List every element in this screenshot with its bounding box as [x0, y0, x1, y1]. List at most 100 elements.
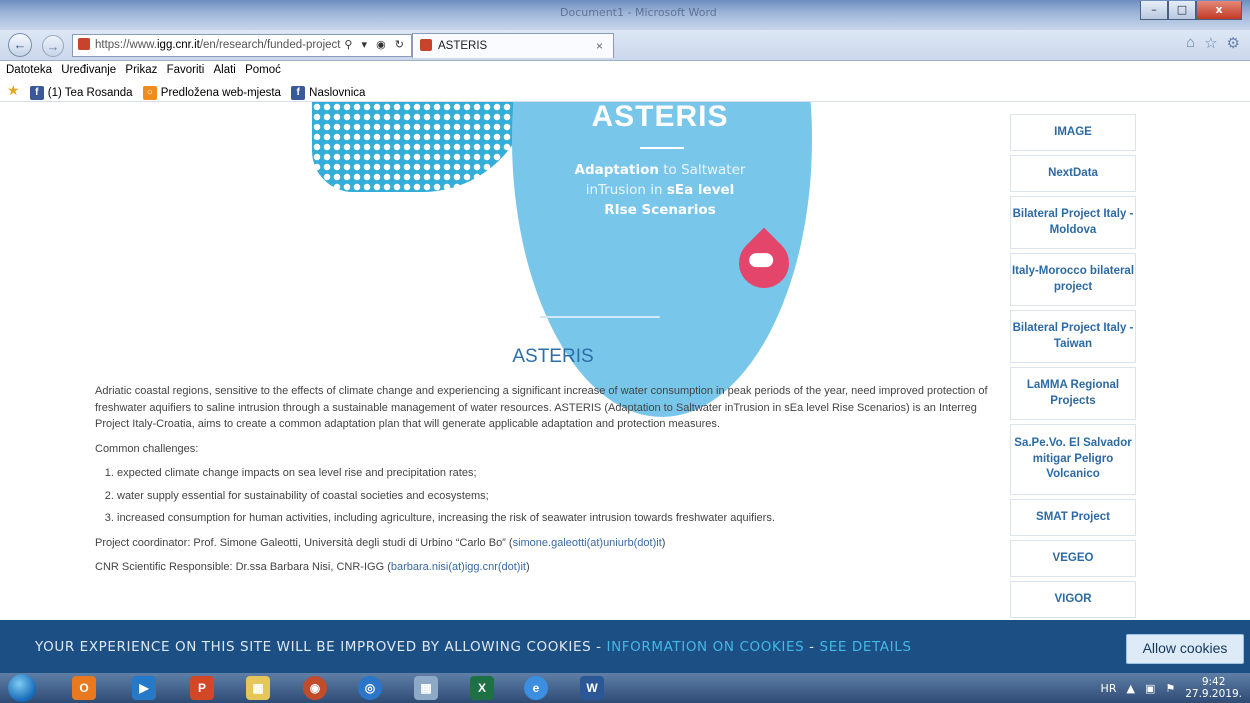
- menu-favoriti[interactable]: Favoriti: [167, 61, 205, 80]
- scientific-responsible: CNR Scientific Responsible: Dr.ssa Barba…: [95, 559, 995, 576]
- lock-icon[interactable]: ◉: [376, 39, 389, 51]
- word-icon[interactable]: W: [580, 676, 604, 700]
- globe-icon[interactable]: ◎: [358, 676, 382, 700]
- tagline-line-3: RIse Scenarios: [604, 202, 716, 218]
- favorite-item-naslovnica[interactable]: f Naslovnica: [291, 83, 365, 104]
- minimize-button[interactable]: –: [1140, 1, 1168, 20]
- favorite-item-tea-rosanda[interactable]: f (1) Tea Rosanda: [29, 83, 133, 104]
- page-content: ASTERIS Adaptation to Saltwater inTrusio…: [0, 102, 1250, 620]
- clock[interactable]: 9:42 27.9.2019.: [1185, 676, 1242, 700]
- menu-bar: Datoteka Uređivanje Prikaz Favoriti Alat…: [0, 61, 1250, 80]
- internet-explorer-icon[interactable]: e: [524, 676, 548, 700]
- tab-asteris[interactable]: ASTERIS ×: [412, 33, 614, 58]
- challenges-label: Common challenges:: [95, 442, 199, 455]
- calculator-icon[interactable]: ▦: [414, 676, 438, 700]
- decorative-wave: [540, 316, 660, 318]
- list-item: increased consumption for human activiti…: [117, 510, 995, 527]
- hero-brand: ASTERIS: [591, 102, 729, 133]
- sidebar-item-image[interactable]: IMAGE: [1010, 114, 1136, 151]
- coordinator-close: ): [661, 536, 666, 549]
- sidebar-item-vigor[interactable]: VIGOR: [1010, 581, 1136, 618]
- coordinator-label: Project coordinator: Prof. Simone Galeot…: [95, 536, 513, 549]
- responsible-close: ): [525, 561, 530, 573]
- language-indicator[interactable]: HR: [1101, 682, 1117, 695]
- start-button-icon[interactable]: [8, 674, 36, 702]
- allow-cookies-button[interactable]: Allow cookies: [1126, 634, 1244, 664]
- network-icon[interactable]: ▣: [1145, 682, 1155, 695]
- close-window-button[interactable]: x: [1196, 1, 1242, 20]
- file-explorer-icon[interactable]: ▦: [246, 676, 270, 700]
- clock-time: 9:42: [1201, 676, 1226, 688]
- powerpoint-icon[interactable]: P: [190, 676, 214, 700]
- coordinator-email-link[interactable]: simone.galeotti(at)uniurb(dot)it: [513, 537, 662, 549]
- cookie-details-link[interactable]: SEE DETAILS: [820, 639, 912, 655]
- add-favorite-star-icon[interactable]: ★: [7, 80, 20, 101]
- cookie-separator: -: [804, 639, 820, 655]
- address-tools[interactable]: ⚲ ▾ ◉ ↻: [344, 35, 407, 56]
- back-button[interactable]: ←: [8, 33, 32, 57]
- window-controls: – □ x: [1140, 1, 1242, 20]
- clock-date: 27.9.2019.: [1185, 688, 1242, 700]
- list-item: water supply essential for sustainabilit…: [117, 488, 995, 505]
- sidebar-item-smat[interactable]: SMAT Project: [1010, 499, 1136, 536]
- favorite-label: Naslovnica: [309, 86, 366, 99]
- tagline-line-1: Adaptation to Saltwater: [574, 162, 746, 178]
- flag-icon[interactable]: ⚑: [1165, 682, 1175, 695]
- hero-divider: [640, 147, 684, 149]
- site-favicon-icon: [78, 38, 90, 50]
- responsible-email-link[interactable]: barbara.nisi(at)igg.cnr(dot)it: [391, 561, 526, 573]
- address-bar[interactable]: https://www.igg.cnr.it/en/research/funde…: [72, 34, 412, 57]
- window-title-bar: Document1 - Microsoft Word – □ x: [0, 0, 1250, 30]
- outlook-icon[interactable]: O: [72, 676, 96, 700]
- sidebar-item-sapevo[interactable]: Sa.Pe.Vo. El Salvador mitigar Peligro Vo…: [1010, 424, 1136, 495]
- window-ghost-title: Document1 - Microsoft Word: [560, 6, 717, 19]
- sidebar-item-vegeo[interactable]: VEGEO: [1010, 540, 1136, 577]
- sidebar-projects: IMAGE NextData Bilateral Project Italy -…: [1010, 114, 1136, 620]
- cookie-text: YOUR EXPERIENCE ON THIS SITE WILL BE IMP…: [35, 639, 912, 655]
- media-player-icon[interactable]: ▶: [132, 676, 156, 700]
- browser-nav-row: ← → https://www.igg.cnr.it/en/research/f…: [0, 30, 1250, 61]
- suggested-sites-icon: ○: [142, 86, 157, 100]
- article-intro: Adriatic coastal regions, sensitive to t…: [95, 385, 988, 430]
- cookie-info-link[interactable]: INFORMATION ON COOKIES: [607, 639, 805, 655]
- list-item: expected climate change impacts on sea l…: [117, 465, 995, 482]
- browser-tools: ⌂ ☆ ⚙: [1186, 34, 1240, 52]
- challenges-list: expected climate change impacts on sea l…: [95, 465, 995, 527]
- sidebar-item-italy-moldova[interactable]: Bilateral Project Italy - Moldova: [1010, 196, 1136, 249]
- cookie-banner: YOUR EXPERIENCE ON THIS SITE WILL BE IMP…: [0, 620, 1250, 673]
- facebook-icon: f: [29, 86, 44, 100]
- decorative-dots-pattern: [312, 102, 532, 192]
- menu-datoteka[interactable]: Datoteka: [6, 61, 52, 80]
- system-tray: HR ▲ ▣ ⚑ 9:42 27.9.2019.: [1101, 673, 1242, 703]
- menu-prikaz[interactable]: Prikaz: [125, 61, 157, 80]
- favorites-star-icon[interactable]: ☆: [1204, 34, 1217, 52]
- refresh-icon[interactable]: ↻: [395, 39, 407, 51]
- favorite-label: Predložena web-mjesta: [160, 86, 281, 99]
- sidebar-item-italy-morocco[interactable]: Italy-Morocco bilateral project: [1010, 253, 1136, 306]
- article-body: Adriatic coastal regions, sensitive to t…: [95, 383, 995, 584]
- menu-uredivanje[interactable]: Uređivanje: [61, 61, 116, 80]
- app-orange-icon[interactable]: ◉: [303, 676, 327, 700]
- settings-gear-icon[interactable]: ⚙: [1227, 34, 1240, 52]
- favorites-bar: ★ f (1) Tea Rosanda ○ Predložena web-mjest…: [0, 80, 1250, 102]
- back-arrow-icon: ←: [13, 37, 27, 52]
- home-icon[interactable]: ⌂: [1186, 34, 1195, 52]
- sidebar-item-nextdata[interactable]: NextData: [1010, 155, 1136, 192]
- forward-arrow-icon: →: [46, 39, 60, 54]
- tab-close-icon[interactable]: ×: [596, 34, 603, 58]
- show-hidden-icons-icon[interactable]: ▲: [1126, 682, 1134, 695]
- tab-title: ASTERIS: [438, 40, 488, 52]
- search-icon[interactable]: ⚲: [344, 39, 355, 51]
- excel-icon[interactable]: X: [470, 676, 494, 700]
- favorite-item-suggested-sites[interactable]: ○ Predložena web-mjesta: [142, 83, 281, 104]
- forward-button[interactable]: →: [42, 35, 64, 57]
- maximize-button[interactable]: □: [1168, 1, 1196, 20]
- sidebar-item-lamma[interactable]: LaMMA Regional Projects: [1010, 367, 1136, 420]
- hero-tagline: Adaptation to Saltwater inTrusion in sEa…: [560, 160, 760, 220]
- article-title: ASTERIS: [512, 346, 594, 367]
- menu-alati[interactable]: Alati: [213, 61, 235, 80]
- menu-pomoc[interactable]: Pomoć: [245, 61, 281, 80]
- tagline-line-2: inTrusion in sEa level: [585, 182, 735, 198]
- responsible-label: CNR Scientific Responsible: Dr.ssa Barba…: [95, 561, 391, 573]
- sidebar-item-italy-taiwan[interactable]: Bilateral Project Italy - Taiwan: [1010, 310, 1136, 363]
